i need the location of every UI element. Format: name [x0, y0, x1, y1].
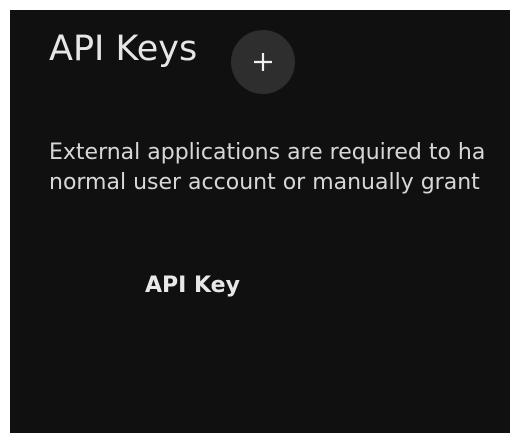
- plus-icon: [254, 53, 272, 71]
- page-title: API Keys: [49, 29, 198, 69]
- add-api-key-button[interactable]: [231, 30, 295, 94]
- column-header-api-key: API Key: [145, 273, 240, 298]
- description-text: External applications are required to ha…: [49, 138, 510, 198]
- description-line-2: normal user account or manually grant: [49, 170, 480, 195]
- page-header: API Keys: [49, 32, 197, 67]
- description-line-1: External applications are required to ha: [49, 140, 486, 165]
- api-keys-page: API Keys External applications are requi…: [10, 10, 510, 433]
